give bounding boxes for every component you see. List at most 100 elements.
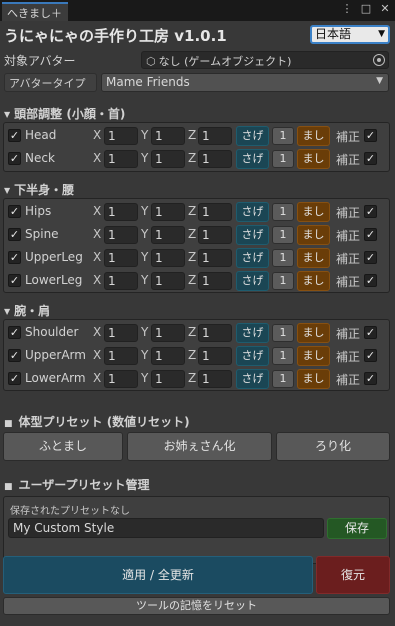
scale-z-field[interactable]: 1 (198, 347, 232, 365)
reset-tool-memory-button[interactable]: ツールの記憶をリセット (3, 597, 390, 615)
reset-one-button[interactable]: 1 (272, 370, 294, 388)
scale-x-field[interactable]: 1 (104, 127, 138, 145)
object-picker-icon[interactable] (373, 54, 385, 66)
correction-checkbox[interactable]: ✓ (364, 349, 377, 362)
window-tab-bar: へきまし＋ ⋮ □ ✕ (0, 0, 395, 21)
bone-name-label: LowerLeg (25, 273, 83, 287)
sage-button[interactable]: さげ (236, 248, 269, 268)
section-arms-header[interactable]: ▼ 腕・肩 (4, 302, 50, 319)
correction-checkbox[interactable]: ✓ (364, 129, 377, 142)
sage-button[interactable]: さげ (236, 225, 269, 245)
bone-enable-checkbox[interactable]: ✓ (8, 205, 21, 218)
sage-button[interactable]: さげ (236, 271, 269, 291)
scale-z-field[interactable]: 1 (198, 127, 232, 145)
axis-y-label: Y (141, 151, 149, 165)
sage-button[interactable]: さげ (236, 323, 269, 343)
mashi-button[interactable]: まし (297, 323, 330, 343)
scale-x-field[interactable]: 1 (104, 272, 138, 290)
scale-z-field[interactable]: 1 (198, 203, 232, 221)
bone-enable-checkbox[interactable]: ✓ (8, 152, 21, 165)
section-lower-header[interactable]: ▼ 下半身・腰 (4, 181, 74, 198)
mashi-button[interactable]: まし (297, 271, 330, 291)
correction-label: 補正 (336, 130, 361, 144)
sage-button[interactable]: さげ (236, 126, 269, 146)
maximize-icon[interactable]: □ (360, 2, 372, 15)
bone-enable-checkbox[interactable]: ✓ (8, 129, 21, 142)
scale-x-field[interactable]: 1 (104, 347, 138, 365)
body-presets-title: 体型プリセット (数値リセット) (18, 415, 190, 429)
scale-z-field[interactable]: 1 (198, 370, 232, 388)
scale-y-field[interactable]: 1 (151, 203, 185, 221)
reset-one-button[interactable]: 1 (272, 226, 294, 244)
language-dropdown[interactable]: 日本語 ▼ (310, 25, 390, 44)
mashi-button[interactable]: まし (297, 369, 330, 389)
mashi-button[interactable]: まし (297, 346, 330, 366)
bone-enable-checkbox[interactable]: ✓ (8, 228, 21, 241)
bone-enable-checkbox[interactable]: ✓ (8, 274, 21, 287)
correction-checkbox[interactable]: ✓ (364, 251, 377, 264)
bone-enable-checkbox[interactable]: ✓ (8, 349, 21, 362)
bone-enable-checkbox[interactable]: ✓ (8, 372, 21, 385)
square-bullet-icon: ■ (4, 419, 13, 429)
scale-y-field[interactable]: 1 (151, 150, 185, 168)
restore-button[interactable]: 復元 (316, 556, 390, 594)
scale-z-field[interactable]: 1 (198, 150, 232, 168)
axis-y-label: Y (141, 204, 149, 218)
bone-enable-checkbox[interactable]: ✓ (8, 326, 21, 339)
correction-checkbox[interactable]: ✓ (364, 326, 377, 339)
kebab-icon[interactable]: ⋮ (341, 2, 353, 15)
mashi-button[interactable]: まし (297, 149, 330, 169)
scale-z-field[interactable]: 1 (198, 226, 232, 244)
scale-x-field[interactable]: 1 (104, 203, 138, 221)
preset-oneesan-button[interactable]: お姉ぇさん化 (127, 432, 272, 461)
preset-name-input[interactable]: My Custom Style (8, 518, 324, 538)
scale-y-field[interactable]: 1 (151, 324, 185, 342)
target-avatar-field[interactable]: ⬡ なし (ゲームオブジェクト) (141, 51, 389, 69)
preset-futomashi-button[interactable]: ふとまし (3, 432, 123, 461)
save-preset-button[interactable]: 保存 (327, 518, 387, 539)
mashi-button[interactable]: まし (297, 225, 330, 245)
correction-checkbox[interactable]: ✓ (364, 152, 377, 165)
reset-one-button[interactable]: 1 (272, 127, 294, 145)
scale-x-field[interactable]: 1 (104, 370, 138, 388)
reset-one-button[interactable]: 1 (272, 203, 294, 221)
mashi-button[interactable]: まし (297, 126, 330, 146)
avatar-type-label: アバタータイプ (4, 73, 97, 92)
sage-button[interactable]: さげ (236, 346, 269, 366)
scale-y-field[interactable]: 1 (151, 127, 185, 145)
close-icon[interactable]: ✕ (379, 2, 391, 15)
scale-y-field[interactable]: 1 (151, 272, 185, 290)
apply-all-button[interactable]: 適用 / 全更新 (3, 556, 313, 594)
scale-x-field[interactable]: 1 (104, 249, 138, 267)
correction-checkbox[interactable]: ✓ (364, 205, 377, 218)
sage-button[interactable]: さげ (236, 202, 269, 222)
reset-one-button[interactable]: 1 (272, 272, 294, 290)
scale-y-field[interactable]: 1 (151, 226, 185, 244)
scale-z-field[interactable]: 1 (198, 324, 232, 342)
scale-x-field[interactable]: 1 (104, 324, 138, 342)
bone-enable-checkbox[interactable]: ✓ (8, 251, 21, 264)
scale-z-field[interactable]: 1 (198, 249, 232, 267)
scale-x-field[interactable]: 1 (104, 226, 138, 244)
preset-loli-button[interactable]: ろり化 (276, 432, 390, 461)
scale-x-field[interactable]: 1 (104, 150, 138, 168)
scale-y-field[interactable]: 1 (151, 347, 185, 365)
mashi-button[interactable]: まし (297, 248, 330, 268)
section-head-header[interactable]: ▼ 頭部調整 (小顔・首) (4, 105, 125, 122)
reset-one-button[interactable]: 1 (272, 150, 294, 168)
sage-button[interactable]: さげ (236, 149, 269, 169)
window-tab[interactable]: へきまし＋ (2, 2, 68, 21)
avatar-type-dropdown[interactable]: Mame Friends ▼ (101, 73, 389, 92)
correction-checkbox[interactable]: ✓ (364, 372, 377, 385)
scale-z-field[interactable]: 1 (198, 272, 232, 290)
reset-one-button[interactable]: 1 (272, 324, 294, 342)
correction-checkbox[interactable]: ✓ (364, 228, 377, 241)
scale-y-field[interactable]: 1 (151, 249, 185, 267)
sage-button[interactable]: さげ (236, 369, 269, 389)
axis-x-label: X (93, 348, 102, 362)
reset-one-button[interactable]: 1 (272, 347, 294, 365)
reset-one-button[interactable]: 1 (272, 249, 294, 267)
correction-checkbox[interactable]: ✓ (364, 274, 377, 287)
scale-y-field[interactable]: 1 (151, 370, 185, 388)
mashi-button[interactable]: まし (297, 202, 330, 222)
